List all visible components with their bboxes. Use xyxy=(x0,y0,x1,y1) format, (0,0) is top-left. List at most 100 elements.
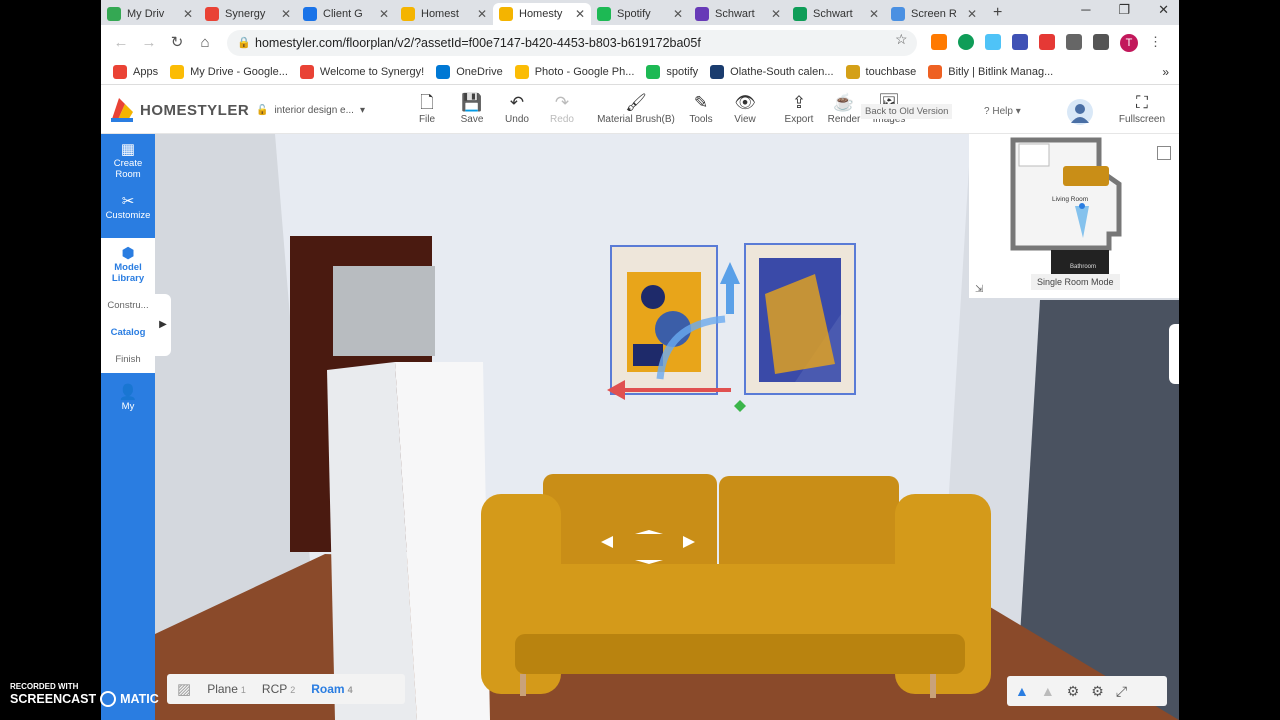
tab-close-icon[interactable]: ✕ xyxy=(477,7,487,21)
browser-tab[interactable]: Schwart ✕ xyxy=(689,3,787,25)
tab-close-icon[interactable]: ✕ xyxy=(869,7,879,21)
browser-tab[interactable]: Homest ✕ xyxy=(395,3,493,25)
camera-settings-icon[interactable]: ⚙ xyxy=(1067,683,1080,700)
view-mode-rcp[interactable]: RCP 2 xyxy=(262,682,295,696)
tab-close-icon[interactable]: ✕ xyxy=(281,7,291,21)
bookmark-item[interactable]: Welcome to Synergy! xyxy=(299,64,424,79)
tab-close-icon[interactable]: ✕ xyxy=(575,7,585,21)
browser-tab[interactable]: Homesty ✕ xyxy=(493,3,591,25)
watermark-line1: RECORDED WITH xyxy=(10,682,79,691)
close-icon[interactable]: ✕ xyxy=(1158,2,1169,18)
menu-icon[interactable]: ⋮ xyxy=(1149,34,1162,52)
wall-art-right[interactable] xyxy=(744,243,856,395)
extension-icon[interactable] xyxy=(985,34,1001,50)
home-icon[interactable]: ⌂ xyxy=(191,34,219,51)
sofa[interactable] xyxy=(481,474,991,698)
model-library-button[interactable]: ⬢ Model Library xyxy=(101,238,155,292)
reload-icon[interactable]: ↻ xyxy=(163,33,191,51)
view-button[interactable]: 👁 View xyxy=(715,92,775,125)
3d-viewport[interactable]: Living Room Bathroom Single Room Mode ⇲ … xyxy=(155,134,1179,720)
bookmark-star-icon[interactable]: ☆ xyxy=(895,31,908,48)
restore-icon[interactable]: ❐ xyxy=(1118,2,1130,18)
view-mode-plane[interactable]: Plane 1 xyxy=(207,682,246,696)
browser-tab[interactable]: My Driv ✕ xyxy=(101,3,199,25)
tab-close-icon[interactable]: ✕ xyxy=(379,7,389,21)
bookmark-favicon-icon xyxy=(928,64,943,79)
bookmark-item[interactable]: Apps xyxy=(113,64,158,79)
project-selector[interactable]: 🔓 interior design e... ▾ xyxy=(256,105,365,116)
tab-bar: My Driv ✕ Synergy ✕ Client G ✕ Homest ✕ Homesty ✕… xyxy=(101,0,1179,25)
help-menu[interactable]: ? Help ▾ xyxy=(984,106,1021,117)
profile-avatar[interactable]: T xyxy=(1120,34,1138,52)
my-button[interactable]: 👤 My xyxy=(101,373,155,425)
right-panel-handle[interactable] xyxy=(1169,324,1179,384)
model-library-label: Model Library xyxy=(111,262,145,284)
create-room-button[interactable]: ▦ Create Room xyxy=(101,134,155,186)
create-room-icon: ▦ xyxy=(120,141,136,158)
browser-tab[interactable]: Screen R ✕ xyxy=(885,3,983,25)
material-brush-b-button[interactable]: 🖌 Material Brush(B) xyxy=(591,92,681,125)
bookmark-favicon-icon xyxy=(514,64,529,79)
white-cabinet[interactable] xyxy=(327,362,490,720)
bookmark-item[interactable]: Olathe-South calen... xyxy=(710,64,834,79)
reading-list-icon[interactable] xyxy=(1093,34,1109,50)
tab-close-icon[interactable]: ✕ xyxy=(183,7,193,21)
tab-close-icon[interactable]: ✕ xyxy=(967,7,977,21)
back-old-version-link[interactable]: Back to Old Version xyxy=(861,104,953,119)
resize-handle-icon[interactable]: ⇲ xyxy=(975,284,983,295)
bookmark-item[interactable]: spotify xyxy=(646,64,698,79)
bookmark-label: Olathe-South calen... xyxy=(730,65,834,78)
sidebar-sub-construction[interactable]: Constru... xyxy=(101,292,155,319)
minimap-toggle-icon[interactable] xyxy=(1157,146,1171,160)
tab-favicon-icon xyxy=(597,7,611,21)
expand-panel-handle[interactable]: ▶ xyxy=(155,294,171,356)
expand-view-icon[interactable]: ⤢ xyxy=(1116,683,1127,700)
extension-icon[interactable] xyxy=(931,34,947,50)
bookmark-item[interactable]: Bitly | Bitlink Manag... xyxy=(928,64,1054,79)
redo-button[interactable]: ↷ Redo xyxy=(532,92,592,125)
browser-tab[interactable]: Client G ✕ xyxy=(297,3,395,25)
customize-icon: ✂ xyxy=(121,193,135,210)
bookmark-item[interactable]: Photo - Google Ph... xyxy=(514,64,634,79)
browser-tab[interactable]: Synergy ✕ xyxy=(199,3,297,25)
tab-close-icon[interactable]: ✕ xyxy=(771,7,781,21)
extension-icon[interactable] xyxy=(1039,34,1055,50)
bookmarks-more-icon[interactable]: » xyxy=(1162,65,1169,79)
extensions: T ⋮ xyxy=(931,34,1162,52)
sidebar-sub-catalog[interactable]: Catalog xyxy=(101,319,155,346)
plane-shortcut: 1 xyxy=(240,685,246,695)
customize-button[interactable]: ✂ Customize xyxy=(101,186,155,238)
tool-label: Material Brush(B) xyxy=(597,114,675,125)
forward-icon[interactable]: → xyxy=(135,34,163,51)
extension-icon[interactable] xyxy=(1012,34,1028,50)
extension-icon[interactable] xyxy=(958,34,974,50)
bookmark-favicon-icon xyxy=(170,64,185,79)
puzzle-icon[interactable] xyxy=(1066,34,1082,50)
bookmark-item[interactable]: OneDrive xyxy=(436,64,503,79)
camera-mode-icon[interactable]: ▲ xyxy=(1015,683,1029,699)
browser-tab[interactable]: Schwart ✕ xyxy=(787,3,885,25)
bookmark-favicon-icon xyxy=(113,64,127,79)
bookmark-item[interactable]: My Drive - Google... xyxy=(170,64,288,79)
sidebar-sub-finish[interactable]: Finish xyxy=(101,346,155,373)
bookmark-item[interactable]: touchbase xyxy=(845,64,916,79)
tab-favicon-icon xyxy=(303,7,317,21)
homestyler-logo[interactable]: HOMESTYLER xyxy=(111,98,249,122)
back-icon[interactable]: ← xyxy=(107,34,135,51)
minimize-icon[interactable]: ─ xyxy=(1081,2,1090,18)
user-avatar[interactable] xyxy=(1067,99,1093,125)
browser-tab[interactable]: Spotify ✕ xyxy=(591,3,689,25)
fullscreen-button[interactable]: ⛶ Fullscreen xyxy=(1112,92,1172,125)
render-settings-icon[interactable]: ⚙ xyxy=(1091,683,1104,700)
texture-icon[interactable]: ▨ xyxy=(177,680,191,698)
url-field[interactable]: 🔒 homestyler.com/floorplan/v2/?assetId=f… xyxy=(227,30,917,56)
view-mode-roam[interactable]: Roam 4 xyxy=(311,682,352,696)
new-tab-button[interactable]: + xyxy=(993,4,1002,22)
single-room-mode-button[interactable]: Single Room Mode xyxy=(1031,274,1120,290)
bookmark-label: Bitly | Bitlink Manag... xyxy=(948,65,1054,78)
floorplan-minimap[interactable]: Living Room Bathroom Single Room Mode ⇲ xyxy=(969,134,1179,298)
user-icon: 👤 xyxy=(118,384,138,401)
tab-title: My Driv xyxy=(127,8,165,20)
camera-alt-icon[interactable]: ▲ xyxy=(1041,683,1055,699)
tab-close-icon[interactable]: ✕ xyxy=(673,7,683,21)
